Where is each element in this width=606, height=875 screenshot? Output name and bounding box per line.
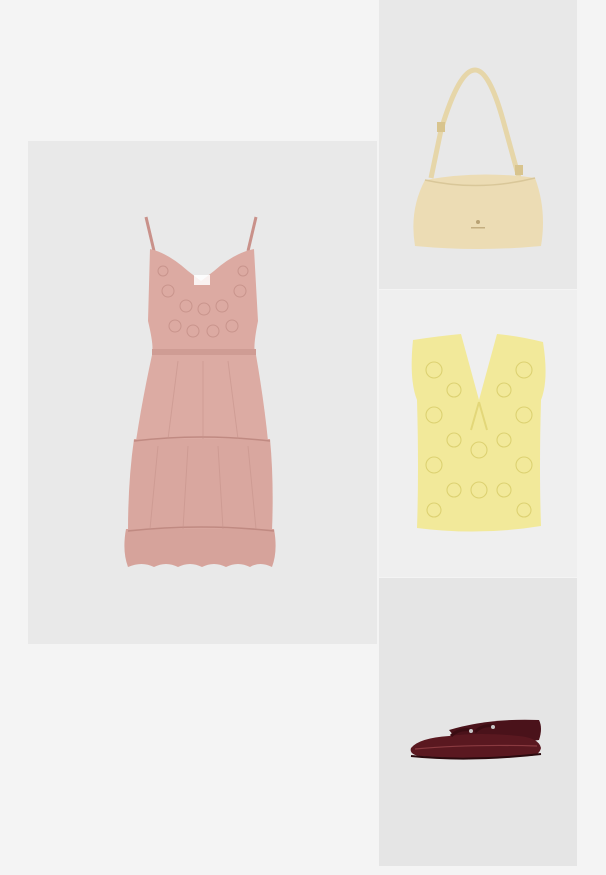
dress-product-tile[interactable] xyxy=(28,141,377,644)
flats-product-tile[interactable] xyxy=(379,578,577,866)
handbag-product-tile[interactable] xyxy=(379,0,577,289)
pink-dress-image xyxy=(124,216,276,567)
burgundy-flats-image xyxy=(410,719,542,760)
yellow-vest-image xyxy=(411,334,546,532)
vest-product-tile[interactable] xyxy=(379,290,577,577)
cream-handbag-image xyxy=(413,67,543,249)
